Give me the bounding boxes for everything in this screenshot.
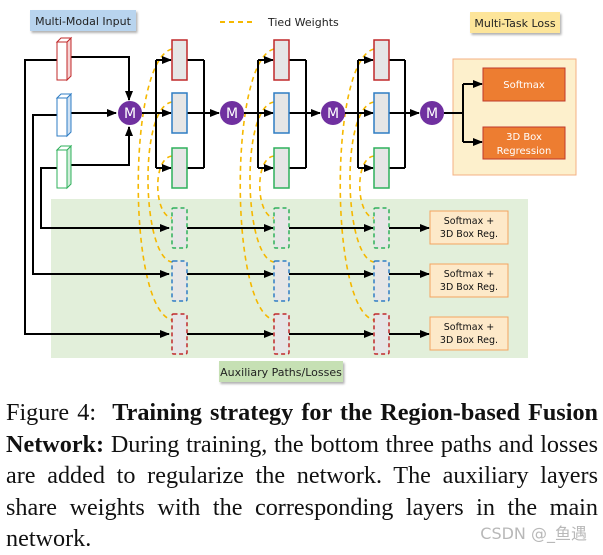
aux-loss-2-line2: 3D Box Reg. <box>440 282 498 293</box>
tied-weights-legend: Tied Weights <box>220 16 339 29</box>
box-regression-text-2: Regression <box>497 146 552 157</box>
softmax-box: Softmax <box>482 67 566 102</box>
auxiliary-label-text: Auxiliary Paths/Losses <box>220 366 342 379</box>
layer-2-blue <box>273 92 290 134</box>
layer-2-green <box>273 147 290 189</box>
caption-prefix: Figure 4: <box>6 399 97 426</box>
aux-layer-2-green <box>273 207 290 249</box>
aux-loss-box-3: Softmax + 3D Box Reg. <box>429 316 509 351</box>
input-label-text: Multi-Modal Input <box>35 15 132 28</box>
aux-loss-3-line2: 3D Box Reg. <box>440 335 498 346</box>
prism-side <box>66 92 72 138</box>
input-prism-red <box>55 36 73 82</box>
layer-2-red <box>273 39 290 81</box>
prism-side <box>66 36 72 82</box>
aux-loss-1-line2: 3D Box Reg. <box>440 229 498 240</box>
prism-side <box>66 144 72 190</box>
softmax-text: Softmax <box>503 80 545 91</box>
aux-loss-3-line1: Softmax + <box>444 322 494 333</box>
input-prism-blue <box>55 92 73 138</box>
merge-label: M <box>327 106 339 122</box>
aux-layer-2-red <box>273 313 290 355</box>
aux-layer-1-red <box>171 313 188 355</box>
aux-layer-1-blue <box>171 260 188 302</box>
csdn-watermark: CSDN @_鱼遇 <box>480 524 587 543</box>
merge-label: M <box>124 106 136 122</box>
layer-3-red <box>373 39 390 81</box>
box-regression-box: 3D Box Regression <box>482 126 566 160</box>
aux-loss-2-line1: Softmax + <box>444 269 494 280</box>
auxiliary-paths-label: Auxiliary Paths/Losses <box>219 361 343 382</box>
layer-3-green <box>373 147 390 189</box>
merge-node-2: M <box>220 101 244 125</box>
layer-1-blue <box>171 92 188 134</box>
merge-node-1: M <box>118 101 142 125</box>
aux-layer-1-green <box>171 207 188 249</box>
aux-layer-3-blue <box>373 260 390 302</box>
wire-green-input-to-merge <box>71 126 133 166</box>
input-prisms <box>55 36 73 190</box>
aux-loss-1-line1: Softmax + <box>444 216 494 227</box>
merge-label: M <box>426 106 438 122</box>
multitask-loss-label: Multi-Task Loss <box>470 12 560 33</box>
aux-loss-box-1: Softmax + 3D Box Reg. <box>429 210 509 245</box>
multimodal-input-label: Multi-Modal Input <box>30 10 136 31</box>
fusion-network-diagram: Multi-Modal Input Tied Weights Multi-Tas… <box>24 10 577 382</box>
merge-node-4: M <box>420 101 444 125</box>
aux-layer-3-red <box>373 313 390 355</box>
wire-red-input-to-merge <box>71 56 133 101</box>
merge-label: M <box>226 106 238 122</box>
merge-node-3: M <box>321 101 345 125</box>
prism-front <box>56 97 68 137</box>
tied-weights-text: Tied Weights <box>267 16 339 29</box>
box-regression-text-1: 3D Box <box>506 132 542 143</box>
aux-loss-box-2: Softmax + 3D Box Reg. <box>429 263 509 298</box>
aux-layer-2-blue <box>273 260 290 302</box>
multitask-label-text: Multi-Task Loss <box>474 17 555 30</box>
prism-front <box>56 41 68 81</box>
prism-front <box>56 149 68 189</box>
layer-1-green <box>171 147 188 189</box>
layer-1-red <box>171 39 188 81</box>
aux-layer-3-green <box>373 207 390 249</box>
layer-3-blue <box>373 92 390 134</box>
input-prism-green <box>55 144 73 190</box>
